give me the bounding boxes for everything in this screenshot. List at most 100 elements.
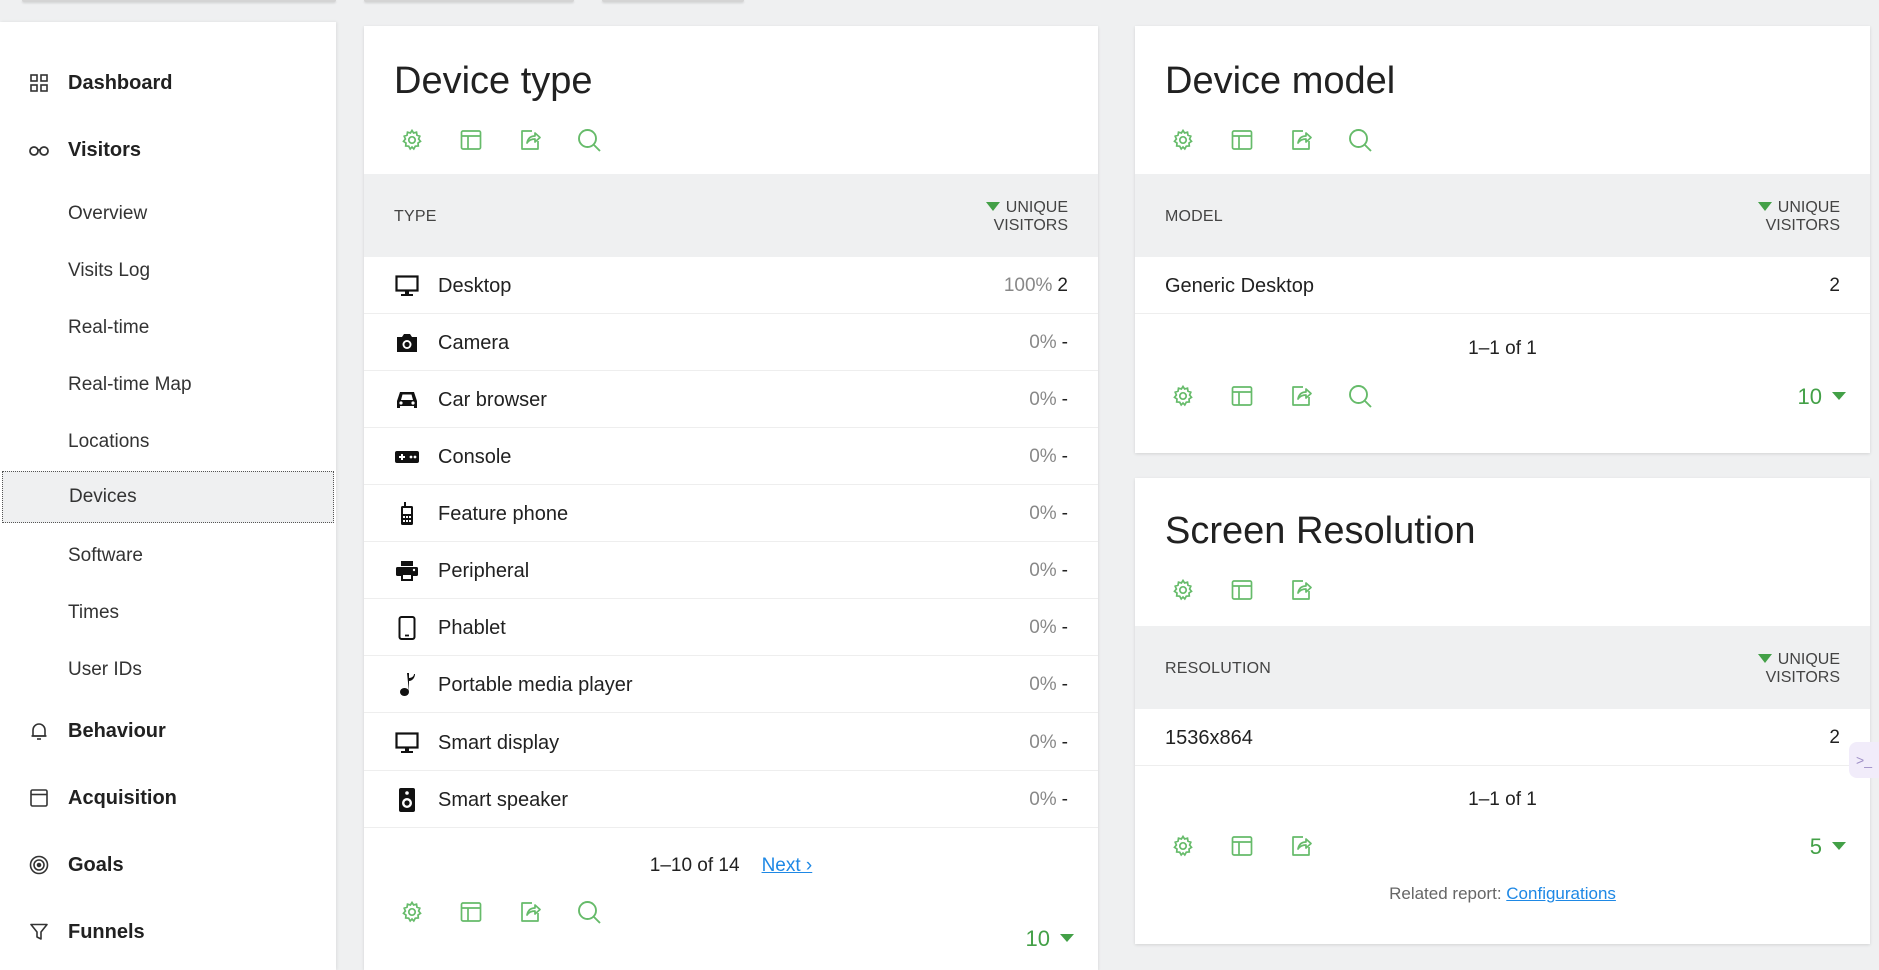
top-tab-stub [22,0,336,2]
limit-selector[interactable]: 10 [1026,926,1074,952]
table-view-icon[interactable] [1212,828,1271,864]
sidebar-section-visitors[interactable]: Visitors [0,128,336,172]
dashboard-grid-icon [28,72,50,94]
row-percent: 100% [1003,275,1053,296]
export-icon[interactable] [500,122,559,158]
export-icon[interactable] [1271,828,1330,864]
settings-gear-icon[interactable] [1153,122,1212,158]
sidebar-item-label: Real-time [68,317,150,338]
chevron-down-icon [1060,934,1074,942]
table-view-icon[interactable] [1212,378,1271,414]
sidebar-item-user-ids[interactable]: User IDs [0,644,336,696]
table-header: Model Unique Visitors [1135,174,1870,257]
table-row[interactable]: Smart speaker 0% - [364,771,1098,828]
settings-gear-icon[interactable] [1153,828,1212,864]
limit-selector[interactable]: 5 [1810,834,1846,860]
table-row[interactable]: Phablet 0% - [364,599,1098,656]
sidebar-item-software[interactable]: Software [0,530,336,582]
table-row[interactable]: Console 0% - [364,428,1098,485]
related-report: Related report: Configurations [1135,884,1870,904]
device-model-widget: Device model Model Unique Visitors Generi… [1135,26,1870,453]
row-label: Smart display [438,732,560,754]
search-icon[interactable] [1330,378,1389,414]
sidebar-item-devices[interactable]: Devices [2,471,334,523]
table-row[interactable]: Camera 0% - [364,314,1098,371]
search-icon[interactable] [1330,122,1389,158]
table-row[interactable]: Car browser 0% - [364,371,1098,428]
column-header-unique-visitors[interactable]: Unique Visitors [1757,651,1840,687]
top-tab-stub [602,0,744,2]
column-header-unique-visitors[interactable]: Unique Visitors [985,199,1068,235]
row-value: 0% - [1029,789,1068,811]
table-row[interactable]: Portable media player 0% - [364,656,1098,713]
sidebar-item-visits-log[interactable]: Visits Log [0,245,336,297]
sidebar-section-dashboard[interactable]: Dashboard [0,61,336,105]
row-percent: 0% [1029,389,1057,410]
sidebar-item-overview[interactable]: Overview [0,188,336,240]
settings-gear-icon[interactable] [382,894,441,930]
limit-value: 10 [1797,384,1822,409]
sidebar-section-label: Dashboard [68,71,173,94]
column-header-resolution[interactable]: Resolution [1165,660,1271,678]
sidebar-section-acquisition[interactable]: Acquisition [0,776,336,820]
column-header-unique-visitors[interactable]: Unique Visitors [1757,199,1840,235]
bell-icon [28,720,50,742]
sidebar-item-label: Overview [68,203,148,224]
row-percent: 0% [1029,332,1057,353]
row-value: 0% - [1029,332,1068,354]
limit-value: 5 [1809,834,1822,859]
table-view-icon[interactable] [441,122,500,158]
sidebar-section-goals[interactable]: Goals [0,843,336,887]
limit-value: 10 [1025,926,1050,951]
sidebar-item-times[interactable]: Times [0,587,336,639]
row-count: - [1061,617,1068,638]
table-row[interactable]: Feature phone 0% - [364,485,1098,542]
sort-desc-icon [1757,202,1772,211]
export-icon[interactable] [1271,122,1330,158]
sidebar-section-behaviour[interactable]: Behaviour [0,709,336,753]
column-header-type[interactable]: Type [394,208,437,226]
pagination-count: 1–10 of 14 [649,855,740,876]
settings-gear-icon[interactable] [382,122,441,158]
row-percent: 0% [1029,446,1057,467]
sidebar-item-locations[interactable]: Locations [0,416,336,468]
settings-gear-icon[interactable] [1153,572,1212,608]
row-label: Car browser [438,389,547,411]
sidebar-section-funnels[interactable]: Funnels [0,910,336,954]
next-page-link[interactable]: Next › [762,855,813,876]
gamepad-icon [394,444,420,470]
pagination-count: 1–1 of 1 [1468,789,1537,810]
table-view-icon[interactable] [441,894,500,930]
row-value: 0% - [1029,617,1068,639]
export-icon[interactable] [500,894,559,930]
export-icon[interactable] [1271,572,1330,608]
row-label: 1536x864 [1165,727,1253,749]
search-icon[interactable] [559,894,618,930]
column-header-model[interactable]: Model [1165,208,1223,226]
limit-selector[interactable]: 10 [1798,384,1846,410]
sidebar-item-real-time[interactable]: Real-time [0,302,336,354]
widget-icon-bar [382,122,618,158]
table-row[interactable]: 1536x864 2 [1135,709,1870,766]
table-view-icon[interactable] [1212,572,1271,608]
sidebar-section-label: Funnels [68,920,145,943]
table-row[interactable]: Desktop 100% 2 [364,257,1098,314]
widget-title: Device model [1165,60,1396,102]
widget-icon-bar [1153,122,1389,158]
related-report-link[interactable]: Configurations [1506,884,1616,903]
chevron-down-icon [1832,392,1846,400]
side-panel-toggle-icon[interactable]: >_ [1849,742,1879,778]
settings-gear-icon[interactable] [1153,378,1212,414]
export-icon[interactable] [1271,378,1330,414]
search-icon[interactable] [559,122,618,158]
sidebar-section-label: Acquisition [68,786,177,809]
sidebar-item-real-time-map[interactable]: Real-time Map [0,359,336,411]
row-label: Smart speaker [438,789,569,811]
printer-icon [394,558,420,584]
widget-footer-icon-bar [1153,378,1389,414]
table-row[interactable]: Generic Desktop 2 [1135,257,1870,314]
chevron-down-icon [1832,842,1846,850]
table-row[interactable]: Peripheral 0% - [364,542,1098,599]
table-view-icon[interactable] [1212,122,1271,158]
table-row[interactable]: Smart display 0% - [364,714,1098,771]
